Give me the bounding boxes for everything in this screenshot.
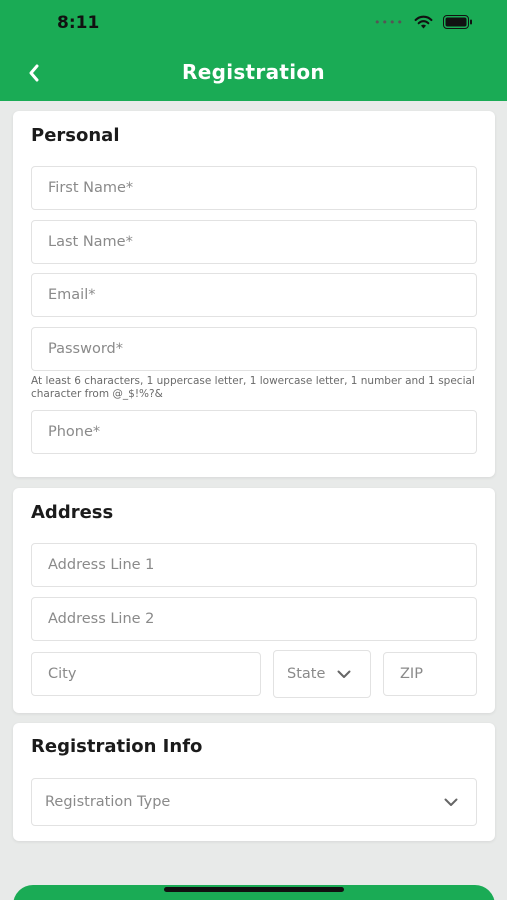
address-title: Address xyxy=(31,502,114,523)
address-line2-field[interactable]: Address Line 2 xyxy=(31,597,477,641)
city-field[interactable]: City xyxy=(31,652,261,696)
first-name-placeholder: First Name* xyxy=(48,180,134,196)
address-line1-field[interactable]: Address Line 1 xyxy=(31,543,477,587)
zip-placeholder: ZIP xyxy=(400,666,423,682)
page-title: Registration xyxy=(182,60,325,84)
app-header: 8:11 •••• Registration xyxy=(0,0,507,101)
phone-field[interactable]: Phone* xyxy=(31,410,477,454)
first-name-field[interactable]: First Name* xyxy=(31,166,477,210)
state-placeholder: State xyxy=(287,666,326,682)
chevron-down-icon xyxy=(444,798,458,806)
password-field[interactable]: Password* xyxy=(31,327,477,371)
password-placeholder: Password* xyxy=(48,341,123,357)
registration-type-select[interactable]: Registration Type xyxy=(31,778,477,826)
wifi-icon xyxy=(414,15,433,29)
email-placeholder: Email* xyxy=(48,287,96,303)
state-select[interactable]: State xyxy=(273,650,371,698)
city-placeholder: City xyxy=(48,666,77,682)
personal-title: Personal xyxy=(31,125,120,146)
home-indicator xyxy=(164,887,344,892)
signal-dots-icon: •••• xyxy=(374,15,404,29)
battery-icon xyxy=(443,15,472,29)
address-card: Address Address Line 1 Address Line 2 Ci… xyxy=(13,488,495,713)
chevron-down-icon xyxy=(337,670,351,678)
status-icons: •••• xyxy=(374,15,473,29)
password-hint: At least 6 characters, 1 uppercase lette… xyxy=(31,375,475,400)
zip-field[interactable]: ZIP xyxy=(383,652,477,696)
registration-info-card: Registration Info Registration Type xyxy=(13,723,495,841)
email-field[interactable]: Email* xyxy=(31,273,477,317)
registration-type-placeholder: Registration Type xyxy=(45,794,171,810)
last-name-placeholder: Last Name* xyxy=(48,234,133,250)
status-time: 8:11 xyxy=(57,13,100,33)
personal-card: Personal First Name* Last Name* Email* P… xyxy=(13,111,495,477)
last-name-field[interactable]: Last Name* xyxy=(31,220,477,264)
address-line2-placeholder: Address Line 2 xyxy=(48,611,155,627)
address-line1-placeholder: Address Line 1 xyxy=(48,557,155,573)
registration-info-title: Registration Info xyxy=(31,736,203,757)
phone-placeholder: Phone* xyxy=(48,424,101,440)
